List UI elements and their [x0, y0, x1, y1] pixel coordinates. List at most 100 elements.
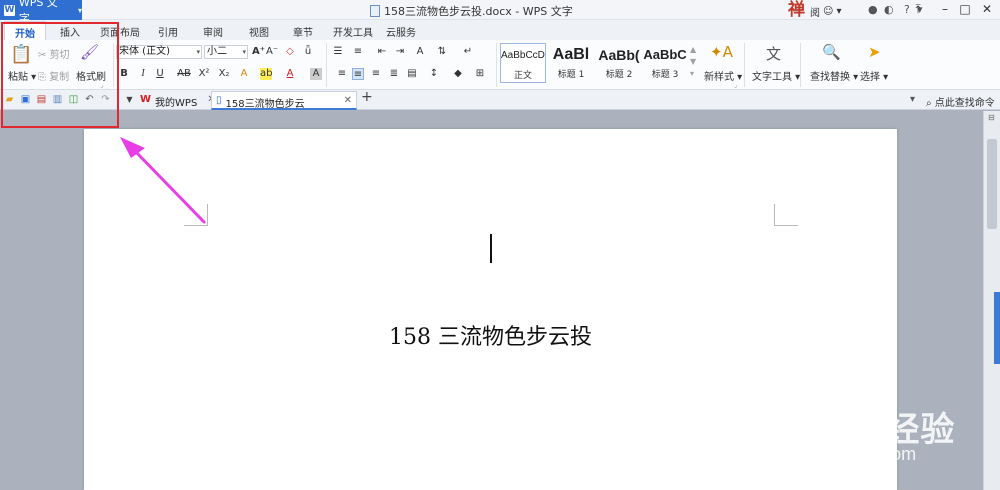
superscript-icon[interactable]: X²: [198, 68, 210, 80]
style-heading-1[interactable]: AaBl 标题 1: [548, 43, 594, 83]
doc-tab-current[interactable]: ▯ 158三流物色步云投.docx ✕: [211, 91, 357, 125]
select-button[interactable]: 选择 ▾: [860, 68, 888, 83]
align-center-icon[interactable]: ≡: [352, 68, 364, 80]
tab-references[interactable]: 引用: [158, 24, 178, 39]
find-replace-icon[interactable]: 🔍: [822, 43, 841, 61]
bullet-list-icon[interactable]: ☰: [332, 46, 344, 58]
align-right-icon[interactable]: ≡: [370, 68, 382, 80]
reader-mode-button[interactable]: 阅 ☺ ▾: [810, 4, 841, 19]
title-bar: W WPS 文字 ▾ 158三流物色步云投.docx - WPS 文字 禅 阅 …: [0, 0, 1000, 25]
line-spacing-icon[interactable]: ↕: [428, 68, 440, 80]
style-label: 标题 1: [557, 70, 585, 80]
baidu-watermark: Bai du 经验 jingyan.baidu.com: [765, 402, 965, 482]
scrollbar-thumb[interactable]: [987, 139, 997, 229]
tab-cloud[interactable]: 云服务: [386, 24, 416, 39]
find-replace-button[interactable]: 查找替换 ▾: [810, 68, 858, 83]
bold-icon[interactable]: B: [118, 68, 130, 80]
style-normal[interactable]: AaBbCcDd 正文: [500, 43, 546, 83]
find-replace-label: 查找替换: [810, 72, 850, 83]
split-icon[interactable]: ⊟: [988, 113, 995, 122]
font-size-combo[interactable]: 小二 ▾: [204, 45, 248, 59]
chevron-down-icon[interactable]: ▼: [124, 94, 135, 105]
highlight-box: [1, 22, 119, 128]
style-preview: AaBb(: [598, 47, 640, 63]
style-label: 正文: [513, 71, 532, 81]
highlight-icon[interactable]: ab: [260, 68, 272, 80]
doc-tab-my-wps[interactable]: W 我的WPS ✕: [136, 91, 220, 110]
new-tab-icon[interactable]: +: [361, 90, 373, 104]
font-name-combo[interactable]: 宋体 (正文) ▾: [116, 45, 202, 59]
clear-format-icon[interactable]: ◇: [284, 46, 296, 58]
distribute-icon[interactable]: ▤: [406, 68, 418, 80]
command-search[interactable]: ⌕ 点此查找命令: [926, 94, 995, 109]
document-icon: [370, 5, 380, 17]
sort-icon[interactable]: ⇅: [436, 46, 448, 58]
command-search-label: 点此查找命令: [934, 98, 995, 109]
text-cursor: [490, 234, 492, 263]
style-label: 标题 3: [651, 70, 679, 80]
font-color-icon[interactable]: A: [284, 68, 296, 80]
strikethrough-icon[interactable]: AB: [174, 68, 194, 80]
wps-logo-icon: W: [4, 4, 15, 16]
chevron-down-icon: ▾: [77, 5, 82, 15]
text-tools-button[interactable]: 文字工具 ▾: [752, 68, 800, 83]
divider: [496, 43, 497, 87]
cloud-icon[interactable]: ●: [868, 3, 878, 16]
text-tools-label: 文字工具: [752, 72, 792, 83]
align-left-icon[interactable]: ≡: [336, 68, 348, 80]
chevron-down-icon: ▾: [242, 48, 246, 56]
tab-developer[interactable]: 开发工具: [333, 24, 373, 39]
wps-logo-icon: W: [140, 94, 152, 105]
style-heading-3[interactable]: AaBbC 标题 3: [642, 43, 688, 83]
grow-font-icon[interactable]: A⁺: [252, 46, 265, 58]
style-preview: AaBl: [552, 46, 590, 63]
close-icon[interactable]: ✕: [344, 95, 352, 108]
select-label: 选择: [860, 72, 880, 83]
text-effect-icon[interactable]: A: [238, 68, 250, 80]
divider: [744, 43, 745, 87]
tab-view[interactable]: 视图: [249, 24, 269, 39]
side-panel-handle[interactable]: [994, 292, 1000, 364]
margin-corner-right: [774, 204, 798, 226]
show-marks-icon[interactable]: ↵: [462, 46, 474, 58]
underline-icon[interactable]: U: [154, 68, 166, 80]
increase-indent-icon[interactable]: ⇥: [394, 46, 406, 58]
numbered-list-icon[interactable]: ≡: [352, 46, 364, 58]
select-cursor-icon[interactable]: ➤: [868, 43, 881, 61]
close-button[interactable]: ✕: [978, 2, 996, 18]
tab-review[interactable]: 审阅: [203, 24, 223, 39]
char-scale-icon[interactable]: A: [414, 46, 426, 58]
comment-icon[interactable]: ▾: [907, 94, 918, 105]
skin-sign[interactable]: 禅: [788, 0, 805, 20]
document-heading[interactable]: 158 三流物色步云投: [84, 319, 897, 351]
restore-icon[interactable]: ⤒: [909, 2, 927, 18]
maximize-button[interactable]: □: [956, 2, 974, 18]
justify-icon[interactable]: ≣: [388, 68, 400, 80]
margin-corner-left: [184, 204, 208, 226]
style-preview: AaBbCcDd: [501, 50, 545, 61]
new-style-label: 新样式: [704, 72, 734, 83]
shading-icon[interactable]: ◆: [452, 68, 464, 80]
chevron-down-icon: ▾: [196, 48, 200, 56]
doc-tab-label: 158三流物色步云投.docx: [225, 99, 305, 125]
ribbon-tabs: 开始 插入 页面布局 引用 审阅 视图 章节 开发工具 云服务: [0, 20, 1000, 40]
app-menu-button[interactable]: W WPS 文字 ▾: [0, 0, 82, 25]
shrink-font-icon[interactable]: A⁻: [266, 46, 278, 58]
font-name-value: 宋体 (正文): [119, 46, 170, 57]
tab-sections[interactable]: 章节: [293, 24, 313, 39]
new-style-icon[interactable]: ✦A: [710, 43, 733, 61]
chevron-down-icon: ▾: [836, 6, 842, 17]
minimize-button[interactable]: –: [936, 2, 954, 18]
italic-icon[interactable]: I: [137, 68, 149, 80]
text-tools-icon[interactable]: 文: [766, 43, 781, 64]
char-shading-icon[interactable]: A: [310, 68, 322, 80]
subscript-icon[interactable]: X₂: [218, 68, 230, 80]
sync-icon[interactable]: ◐: [884, 3, 894, 16]
watermark-url: jingyan.baidu.com: [771, 444, 917, 464]
decrease-indent-icon[interactable]: ⇤: [376, 46, 388, 58]
phonetic-icon[interactable]: ǖ: [302, 46, 314, 58]
dialog-launcher-icon[interactable]: ⌟: [734, 81, 737, 89]
style-heading-2[interactable]: AaBb( 标题 2: [596, 43, 642, 83]
styles-scroll-icon[interactable]: ▲ ▼ ▾: [690, 44, 696, 80]
borders-icon[interactable]: ⊞: [474, 68, 486, 80]
